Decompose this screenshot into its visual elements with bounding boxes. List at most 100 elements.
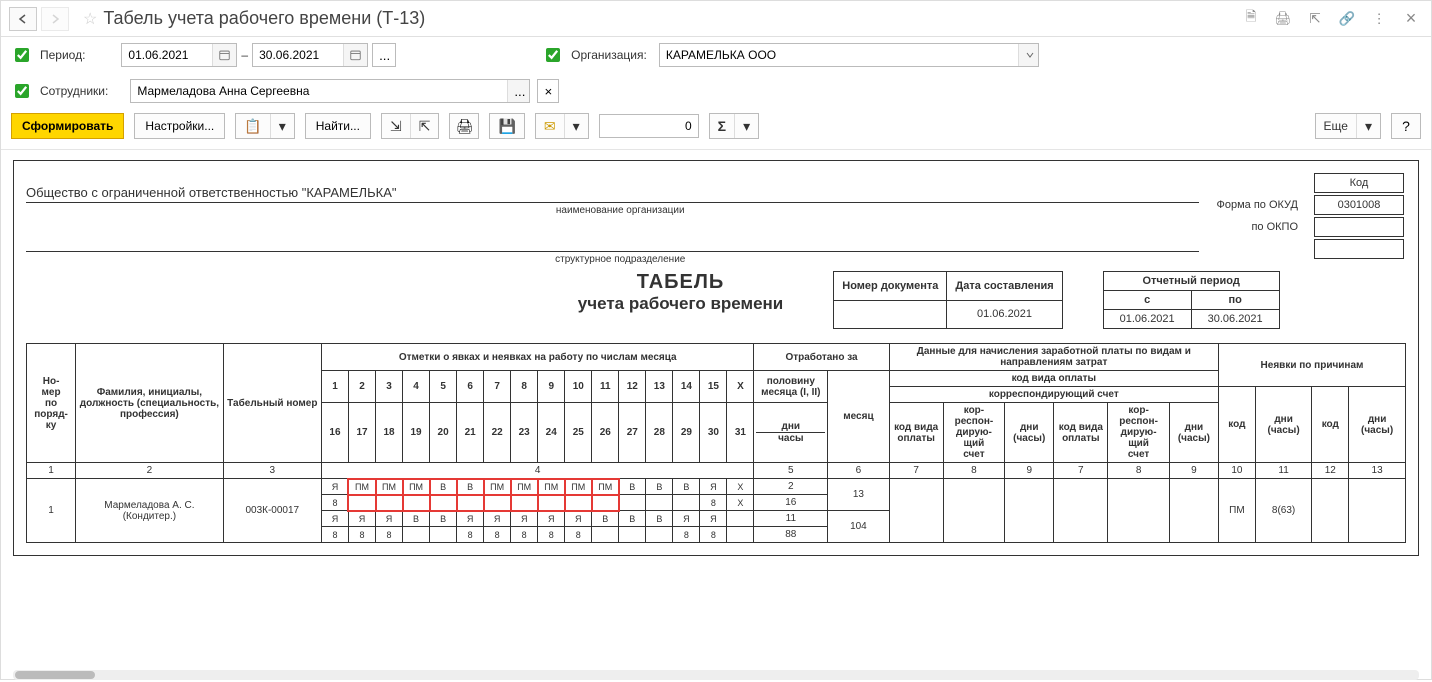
day-30: 30 bbox=[700, 403, 727, 463]
kebab-icon[interactable]: ⋮ bbox=[1367, 7, 1391, 31]
h-abs-dh2: дни(часы) bbox=[1349, 387, 1406, 463]
employees-checkbox[interactable] bbox=[15, 84, 29, 98]
h-fio: Фамилия, инициалы, должность (специально… bbox=[76, 344, 223, 463]
collapse-icon[interactable]: ⇱ bbox=[410, 114, 439, 138]
cell: В bbox=[646, 479, 673, 495]
employee-more-button[interactable]: ... bbox=[507, 80, 529, 102]
report-subtitle: учета рабочего времени bbox=[578, 294, 783, 314]
expand-icon[interactable]: ⇲ bbox=[382, 114, 410, 138]
day-8: 8 bbox=[511, 371, 538, 403]
org-select[interactable] bbox=[659, 43, 1039, 67]
cell: Я bbox=[538, 511, 565, 527]
print-icon[interactable]: 🖨 bbox=[1271, 7, 1295, 31]
dept-line bbox=[26, 234, 1199, 252]
coln-1: 1 bbox=[27, 463, 76, 479]
nav-forward-button[interactable] bbox=[41, 7, 69, 31]
expand-collapse-button[interactable]: ⇲ ⇱ bbox=[381, 113, 439, 139]
cell: 8 bbox=[321, 527, 348, 543]
day-29: 29 bbox=[673, 403, 700, 463]
cell: Я bbox=[348, 511, 375, 527]
page-number-input[interactable] bbox=[599, 114, 699, 138]
doc-date-value: 01.06.2021 bbox=[947, 300, 1062, 329]
coln-11: 11 bbox=[1255, 463, 1312, 479]
half-days-2: 11 bbox=[754, 511, 828, 527]
day-3: 3 bbox=[376, 371, 403, 403]
day-18: 18 bbox=[376, 403, 403, 463]
close-icon[interactable]: × bbox=[1399, 7, 1423, 31]
employee-clear-button[interactable]: × bbox=[537, 79, 559, 103]
email-split-button[interactable]: ✉ ▾ bbox=[535, 113, 589, 139]
org-sub-label: наименование организации bbox=[26, 205, 1215, 216]
doc-num-value bbox=[834, 300, 947, 329]
link-icon[interactable]: 🔗 bbox=[1335, 7, 1359, 31]
chevron-down-icon[interactable] bbox=[1018, 44, 1038, 66]
month-hours: 104 bbox=[828, 511, 889, 543]
doc-date-header: Дата составления bbox=[947, 272, 1062, 301]
cell: 8 bbox=[376, 527, 403, 543]
scrollbar-thumb[interactable] bbox=[15, 671, 95, 679]
save-icon[interactable]: 💾 bbox=[490, 114, 523, 138]
sigma-button[interactable]: Σ ▾ bbox=[709, 113, 759, 139]
print-button[interactable]: 🖨 bbox=[449, 113, 479, 139]
cell: X bbox=[727, 479, 754, 495]
form-button[interactable]: Сформировать bbox=[11, 113, 124, 139]
employee-input[interactable] bbox=[131, 80, 507, 102]
h-marks: Отметки о явках и неявках на работу по ч… bbox=[321, 344, 754, 371]
half-hours-2: 88 bbox=[754, 527, 828, 543]
save-split-button[interactable]: 💾 bbox=[489, 113, 524, 139]
paste-button[interactable]: 📋 ▾ bbox=[235, 113, 294, 139]
more-label[interactable]: Еще bbox=[1316, 114, 1356, 138]
find-button[interactable]: Найти... bbox=[305, 113, 371, 139]
chevron-down-icon[interactable]: ▾ bbox=[1356, 114, 1380, 138]
day-14: 14 bbox=[673, 371, 700, 403]
coln-6: 6 bbox=[828, 463, 889, 479]
date-to-input[interactable] bbox=[253, 44, 343, 66]
day-2: 2 bbox=[348, 371, 375, 403]
export-icon[interactable]: ⇱ bbox=[1303, 7, 1327, 31]
nav-back-button[interactable] bbox=[9, 7, 37, 31]
cell: Я bbox=[565, 511, 592, 527]
horizontal-scrollbar[interactable] bbox=[13, 670, 1419, 680]
cell: 8 bbox=[565, 527, 592, 543]
doc-meta-table: Номер документа Дата составления 01.06.2… bbox=[833, 271, 1062, 329]
cell: Я bbox=[321, 511, 348, 527]
codes-box: Код 0301008 bbox=[1312, 171, 1406, 261]
cell bbox=[646, 495, 673, 511]
settings-button[interactable]: Настройки... bbox=[134, 113, 225, 139]
report-scroll-area[interactable]: Общество с ограниченной ответственностью… bbox=[1, 150, 1431, 682]
codes-empty bbox=[1314, 239, 1404, 259]
t13-table: Но-мерпопоряд-ку Фамилия, инициалы, долж… bbox=[26, 343, 1406, 543]
period-more-button[interactable]: ... bbox=[372, 43, 396, 67]
coln-9: 9 bbox=[1005, 463, 1054, 479]
cell bbox=[619, 495, 646, 511]
calendar-icon[interactable] bbox=[212, 44, 236, 66]
more-button[interactable]: Еще ▾ bbox=[1315, 113, 1381, 139]
cell: В bbox=[430, 511, 457, 527]
cell bbox=[727, 511, 754, 527]
filter-row-employees: Сотрудники: ... × bbox=[1, 73, 1431, 109]
chevron-down-icon[interactable]: ▾ bbox=[734, 114, 758, 138]
sigma-icon[interactable]: Σ bbox=[710, 114, 734, 138]
okud-label: Форма по ОКУД bbox=[1217, 195, 1305, 215]
chevron-down-icon[interactable]: ▾ bbox=[564, 114, 588, 138]
email-icon[interactable]: ✉ bbox=[536, 114, 564, 138]
date-from-input[interactable] bbox=[122, 44, 212, 66]
report-body: Общество с ограниченной ответственностью… bbox=[13, 160, 1419, 556]
org-input[interactable] bbox=[660, 44, 1018, 66]
favorite-star-icon[interactable]: ☆ bbox=[83, 9, 97, 29]
cell bbox=[348, 495, 375, 511]
cell: В bbox=[619, 479, 646, 495]
day-11: 11 bbox=[592, 371, 619, 403]
h-num: Но-мерпопоряд-ку bbox=[27, 344, 76, 463]
clipboard-icon[interactable]: 📋 bbox=[236, 114, 269, 138]
calendar-icon[interactable] bbox=[343, 44, 367, 66]
day-17: 17 bbox=[348, 403, 375, 463]
chevron-down-icon[interactable]: ▾ bbox=[270, 114, 294, 138]
pay-c2 bbox=[943, 479, 1004, 543]
cell bbox=[403, 495, 430, 511]
org-checkbox[interactable] bbox=[546, 48, 560, 62]
period-checkbox[interactable] bbox=[15, 48, 29, 62]
report-save-icon[interactable]: 🗎 bbox=[1239, 7, 1263, 31]
period-from-value: 01.06.2021 bbox=[1103, 310, 1191, 329]
help-button[interactable]: ? bbox=[1391, 113, 1421, 139]
